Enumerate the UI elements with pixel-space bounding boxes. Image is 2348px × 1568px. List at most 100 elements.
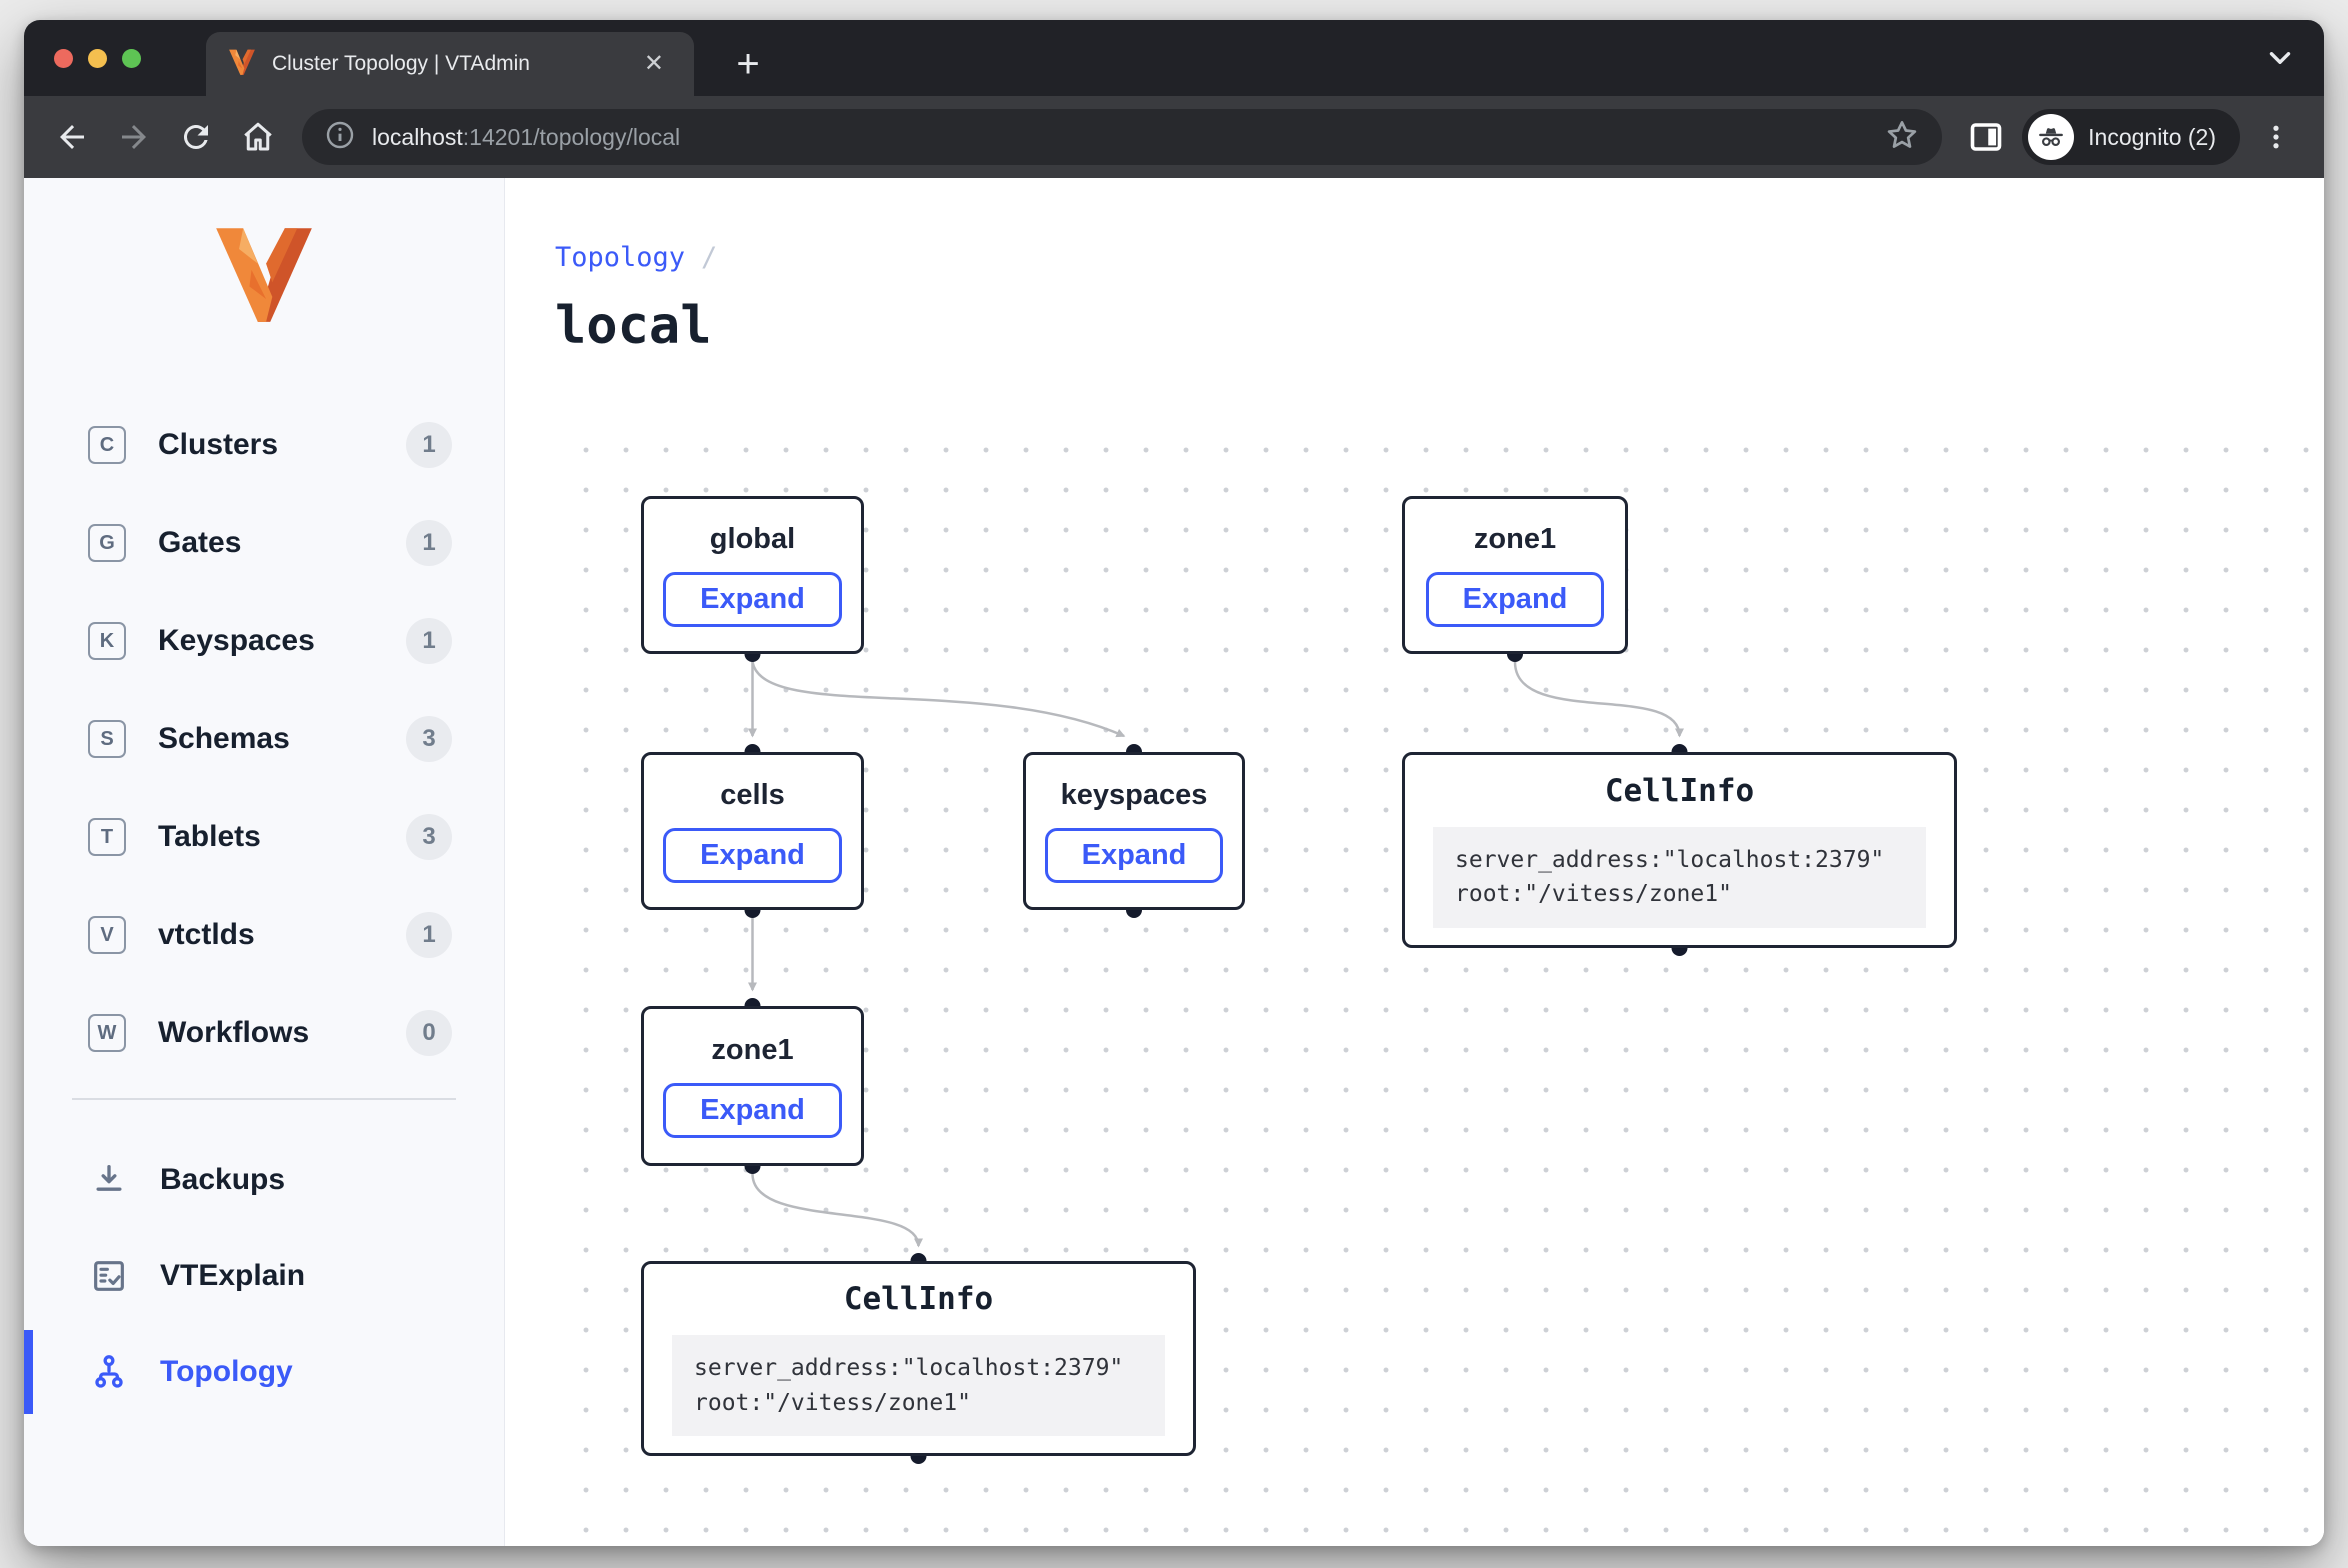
node-title: keyspaces <box>1061 779 1208 812</box>
cellinfo-code: server_address:"localhost:2379" root:"/v… <box>672 1335 1165 1436</box>
tab-bar: Cluster Topology | VTAdmin ✕ + <box>24 20 2324 96</box>
minimize-window-button[interactable] <box>88 49 107 68</box>
edge-zone1-cellinfo-bottom <box>753 1174 919 1246</box>
expand-button[interactable]: Expand <box>663 828 842 883</box>
code-line: root:"/vitess/zone1" <box>1455 877 1904 912</box>
sidebar-item-vtexplain[interactable]: VTExplain <box>24 1240 504 1312</box>
count-badge: 1 <box>406 912 452 958</box>
sidebar-item-label: Keyspaces <box>158 624 315 658</box>
count-badge: 1 <box>406 618 452 664</box>
url-path: :14201/topology/local <box>463 124 680 150</box>
sidebar-item-gates[interactable]: G Gates 1 <box>24 510 504 576</box>
tab-title: Cluster Topology | VTAdmin <box>272 52 636 76</box>
sidebar-item-clusters[interactable]: C Clusters 1 <box>24 412 504 478</box>
sidebar-item-label: Topology <box>160 1355 293 1389</box>
cellinfo-code: server_address:"localhost:2379" root:"/v… <box>1433 827 1926 928</box>
sidebar-item-label: Gates <box>158 526 241 560</box>
node-title: global <box>710 523 795 556</box>
url-host: localhost <box>372 124 463 150</box>
node-title: CellInfo <box>1605 773 1754 809</box>
forward-button[interactable] <box>108 111 160 163</box>
node-cellinfo-bottom[interactable]: CellInfo server_address:"localhost:2379"… <box>641 1261 1196 1456</box>
url-text: localhost:14201/topology/local <box>372 124 1884 151</box>
sidebar-item-label: Tablets <box>158 820 261 854</box>
node-title: cells <box>720 779 785 812</box>
expand-button[interactable]: Expand <box>1045 828 1224 883</box>
breadcrumb-topology-link[interactable]: Topology <box>555 242 685 273</box>
count-badge: 1 <box>406 422 452 468</box>
node-title: CellInfo <box>844 1281 993 1317</box>
topology-canvas[interactable]: global Expand zone1 Expand cells Expand … <box>554 422 2319 1534</box>
incognito-badge: Incognito (2) <box>2022 109 2240 165</box>
sidebar-divider <box>72 1098 456 1100</box>
zoom-window-button[interactable] <box>122 49 141 68</box>
sidebar-item-label: Clusters <box>158 428 278 462</box>
count-badge: 3 <box>406 716 452 762</box>
incognito-icon <box>2028 114 2074 160</box>
sidebar-item-label: Backups <box>160 1163 285 1197</box>
edge-global-keyspaces <box>753 662 1125 736</box>
expand-button[interactable]: Expand <box>1426 572 1605 627</box>
node-global[interactable]: global Expand <box>641 496 864 654</box>
vtctlds-icon: V <box>88 916 126 954</box>
node-cells[interactable]: cells Expand <box>641 752 864 910</box>
expand-button[interactable]: Expand <box>663 572 842 627</box>
sidebar-item-label: VTExplain <box>160 1259 305 1293</box>
code-line: root:"/vitess/zone1" <box>694 1386 1143 1421</box>
schemas-icon: S <box>88 720 126 758</box>
topology-tree-icon <box>88 1351 130 1393</box>
node-keyspaces[interactable]: keyspaces Expand <box>1023 752 1245 910</box>
breadcrumb: Topology / <box>555 242 717 273</box>
tab-search-chevron-icon[interactable] <box>2260 38 2300 78</box>
incognito-label: Incognito (2) <box>2088 124 2216 151</box>
node-cellinfo-right[interactable]: CellInfo server_address:"localhost:2379"… <box>1402 752 1957 948</box>
node-zone1-left[interactable]: zone1 Expand <box>641 1006 864 1166</box>
gates-icon: G <box>88 524 126 562</box>
bookmark-star-icon[interactable] <box>1884 117 1920 158</box>
app-body: C Clusters 1 G Gates 1 K Keyspaces 1 S S… <box>24 178 2324 1546</box>
browser-tab[interactable]: Cluster Topology | VTAdmin ✕ <box>206 32 694 96</box>
sidebar-item-tablets[interactable]: T Tablets 3 <box>24 804 504 870</box>
clusters-icon: C <box>88 426 126 464</box>
count-badge: 3 <box>406 814 452 860</box>
page-title: local <box>555 296 712 356</box>
code-line: server_address:"localhost:2379" <box>694 1351 1143 1386</box>
new-tab-button[interactable]: + <box>724 40 772 88</box>
count-badge: 1 <box>406 520 452 566</box>
sidebar: C Clusters 1 G Gates 1 K Keyspaces 1 S S… <box>24 178 505 1546</box>
sidebar-item-workflows[interactable]: W Workflows 0 <box>24 1000 504 1066</box>
backups-download-icon <box>88 1159 130 1201</box>
close-tab-icon[interactable]: ✕ <box>636 48 672 80</box>
breadcrumb-separator: / <box>701 242 717 273</box>
vtexplain-document-check-icon <box>88 1255 130 1297</box>
sidebar-nav: C Clusters 1 G Gates 1 K Keyspaces 1 S S… <box>24 412 504 1408</box>
address-bar[interactable]: localhost:14201/topology/local <box>302 109 1942 165</box>
home-button[interactable] <box>232 111 284 163</box>
reload-button[interactable] <box>170 111 222 163</box>
keyspaces-icon: K <box>88 622 126 660</box>
sidebar-item-label: Workflows <box>158 1016 309 1050</box>
browser-menu-kebab-icon[interactable] <box>2250 111 2302 163</box>
sidebar-item-vtctlds[interactable]: V vtctlds 1 <box>24 902 504 968</box>
sidebar-item-label: vtctlds <box>158 918 255 952</box>
traffic-lights <box>54 49 141 68</box>
vitess-favicon <box>228 48 256 81</box>
close-window-button[interactable] <box>54 49 73 68</box>
workflows-icon: W <box>88 1014 126 1052</box>
nav-bar: localhost:14201/topology/local Incognito… <box>24 96 2324 178</box>
node-zone1-top-right[interactable]: zone1 Expand <box>1402 496 1628 654</box>
vitess-logo[interactable] <box>24 222 504 326</box>
back-button[interactable] <box>46 111 98 163</box>
active-indicator <box>24 1330 33 1414</box>
node-title: zone1 <box>711 1034 793 1067</box>
sidebar-item-backups[interactable]: Backups <box>24 1144 504 1216</box>
node-title: zone1 <box>1474 523 1556 556</box>
sidebar-item-topology[interactable]: Topology <box>24 1336 504 1408</box>
side-panel-icon[interactable] <box>1960 111 2012 163</box>
count-badge: 0 <box>406 1010 452 1056</box>
edge-zone1-cellinfo-right <box>1515 662 1680 736</box>
sidebar-item-schemas[interactable]: S Schemas 3 <box>24 706 504 772</box>
page-info-icon[interactable] <box>324 119 356 156</box>
sidebar-item-keyspaces[interactable]: K Keyspaces 1 <box>24 608 504 674</box>
expand-button[interactable]: Expand <box>663 1083 842 1138</box>
